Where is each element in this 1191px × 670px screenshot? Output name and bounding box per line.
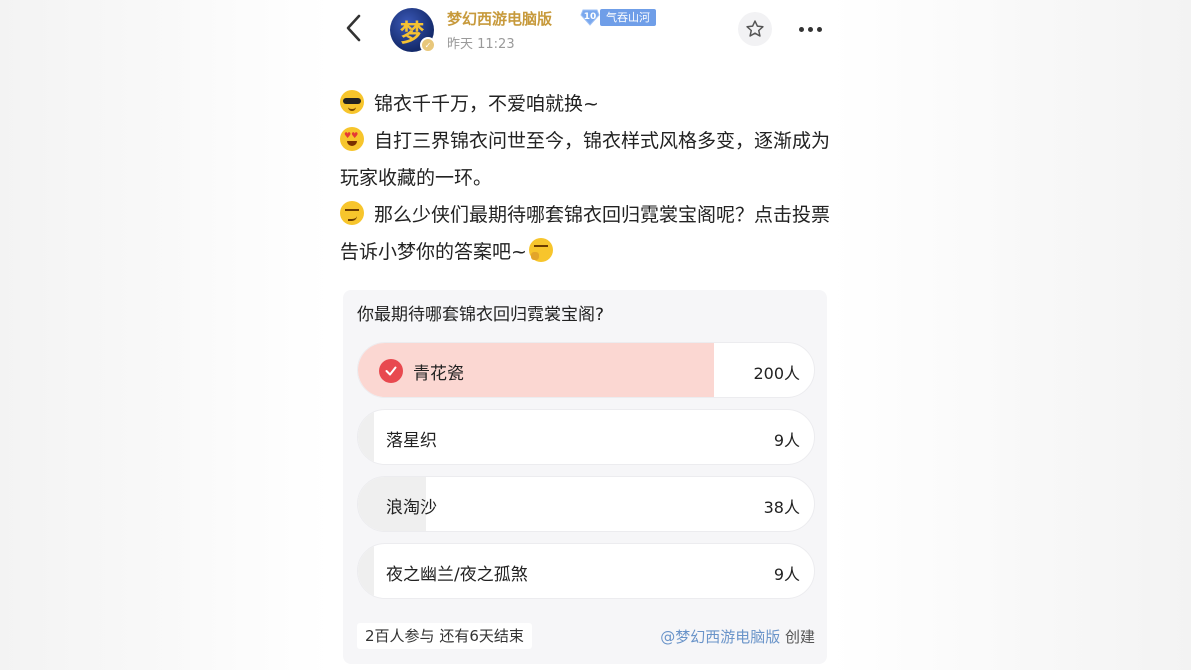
poll-participants: 2百人参与 [365,627,435,645]
post-line-1: 锦衣千千万，不爱咱就换~ [340,86,830,123]
post-text-1: 锦衣千千万，不爱咱就换~ [374,93,599,115]
favorite-button[interactable] [738,12,772,46]
post-line-3: 那么少侠们最期待哪套锦衣回归霓裳宝阁呢？点击投票告诉小梦你的答案吧~ [340,197,830,271]
poll-option-label: 青花瓷 [413,364,464,384]
poll-option-1[interactable]: 青花瓷 200人 [357,342,815,398]
author-name[interactable]: 梦幻西游电脑版 [447,8,552,29]
verified-badge-icon: ✓ [420,37,436,53]
more-options-button[interactable] [792,18,828,40]
check-icon [379,359,403,383]
poll-option-label: 浪淘沙 [386,498,437,518]
poll-option-count: 200人 [753,364,800,383]
poll-creator: @梦幻西游电脑版 创建 [660,626,815,647]
thinking-emoji-icon [528,238,553,262]
avatar[interactable]: 梦 ✓ [390,8,436,53]
poll-option-2[interactable]: 落星织 9人 [357,409,815,465]
heart-eyes-emoji-icon [340,127,364,151]
post-text-2: 自打三界锦衣问世至今，锦衣样式风格多变，逐渐成为玩家收藏的一环。 [340,130,831,189]
post-view: 梦 ✓ 梦幻西游电脑版 10 气吞山河 昨天 11:23 锦衣千千万，不爱咱就换… [330,0,830,670]
star-icon [746,20,764,37]
more-dot-icon [807,26,813,32]
poll-option-bar [358,410,374,464]
sunglasses-emoji-icon [340,90,364,114]
poll-option-bar [358,544,374,598]
poll-question: 你最期待哪套锦衣回归霓裳宝阁? [357,305,605,325]
creator-link[interactable]: @梦幻西游电脑版 [660,628,780,646]
creator-suffix: 创建 [784,628,815,646]
back-button[interactable] [338,10,368,46]
poll-option-label: 夜之幽兰/夜之孤煞 [386,565,528,585]
poll-remaining: 还有6天结束 [439,627,524,645]
diamond-level-icon: 10 [580,8,600,26]
more-dot-icon [798,26,804,32]
poll-option-bar [358,343,714,397]
post-text-3: 那么少侠们最期待哪套锦衣回归霓裳宝阁呢？点击投票告诉小梦你的答案吧~ [340,204,831,263]
poll-option-count: 38人 [763,498,800,517]
level-badge: 10 气吞山河 [580,8,656,26]
post-timestamp: 昨天 11:23 [447,37,515,52]
poll-option-4[interactable]: 夜之幽兰/夜之孤煞 9人 [357,543,815,599]
poll-option-count: 9人 [773,565,800,584]
level-number: 10 [583,12,597,22]
more-dot-icon [816,26,822,32]
chevron-left-icon [346,14,361,42]
poll-option-3[interactable]: 浪淘沙 38人 [357,476,815,532]
vote-poll: 你最期待哪套锦衣回归霓裳宝阁? 青花瓷 200人 落星织 9人 浪淘沙 38人 … [343,290,827,664]
poll-stats: 2百人参与 还有6天结束 [357,623,532,649]
poll-option-label: 落星织 [386,431,437,451]
post-line-2: 自打三界锦衣问世至今，锦衣样式风格多变，逐渐成为玩家收藏的一环。 [340,123,830,197]
level-title: 气吞山河 [600,8,656,26]
smirk-emoji-icon [340,201,364,225]
poll-option-count: 9人 [773,431,800,450]
post-body: 锦衣千千万，不爱咱就换~ 自打三界锦衣问世至今，锦衣样式风格多变，逐渐成为玩家收… [340,86,830,271]
left-backdrop [0,0,330,670]
right-backdrop [831,0,1191,670]
